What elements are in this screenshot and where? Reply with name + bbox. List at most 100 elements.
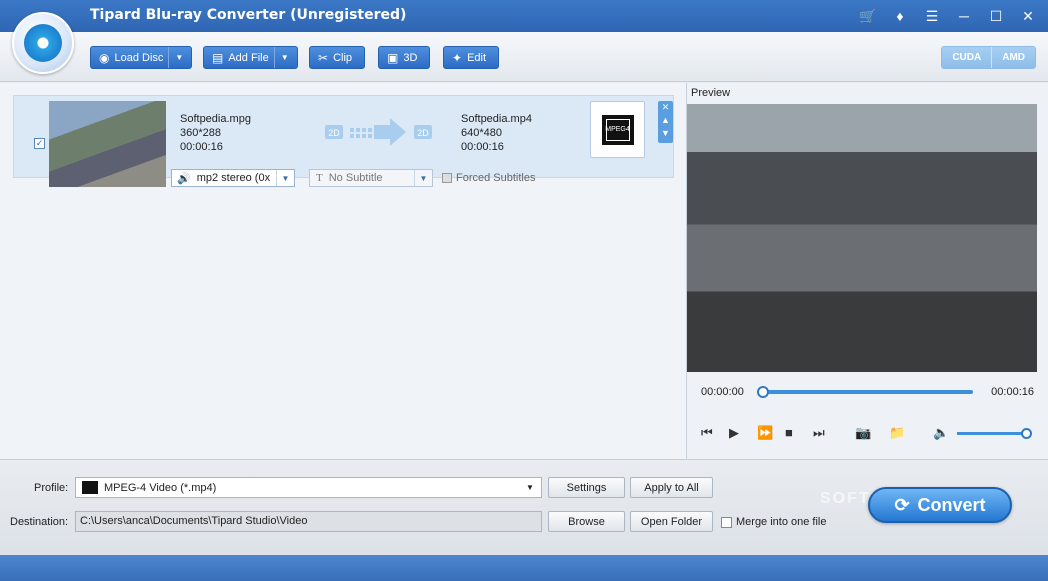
- seek-handle[interactable]: [757, 386, 769, 398]
- load-disc-label: Load Disc: [114, 51, 164, 64]
- scissors-icon: ✂: [318, 50, 329, 65]
- load-disc-dropdown-icon[interactable]: ▼: [168, 47, 183, 68]
- maximize-icon[interactable]: ☐: [986, 6, 1006, 26]
- chevron-down-icon[interactable]: ▼: [519, 483, 541, 492]
- preview-label: Preview: [691, 87, 731, 99]
- merge-checkbox[interactable]: [721, 516, 732, 528]
- status-bar: [0, 555, 1048, 581]
- chevron-down-icon[interactable]: ▼: [276, 170, 294, 186]
- forced-subtitles[interactable]: Forced Subtitles: [442, 172, 535, 184]
- mpeg4-icon: [82, 481, 98, 494]
- volume-slider[interactable]: [957, 428, 1032, 439]
- fast-forward-icon[interactable]: ⏩: [757, 425, 773, 441]
- arrow-left-label: 2D: [328, 128, 340, 138]
- key-icon[interactable]: ♦: [890, 6, 910, 26]
- camera-icon[interactable]: 📷: [855, 425, 871, 441]
- gpu-acceleration: CUDA AMD: [941, 46, 1036, 69]
- clip-button[interactable]: ✂ Clip: [309, 46, 365, 69]
- preview-pane: Preview 00:00:00 00:00:16 ⏮ ▶ ⏩ ■ ⏭ 📷 📁 …: [686, 83, 1048, 459]
- merge-label: Merge into one file: [736, 516, 827, 528]
- load-disc-button[interactable]: ◉ Load Disc ▼: [90, 46, 193, 69]
- add-file-icon: ▤: [212, 50, 224, 65]
- minimize-icon[interactable]: ─: [954, 6, 974, 26]
- add-file-button[interactable]: ▤ Add File ▼: [203, 46, 298, 69]
- output-settings-panel: Profile: MPEG-4 Video (*.mp4) ▼ Settings…: [0, 459, 1048, 555]
- source-filename: Softpedia.mpg: [180, 113, 251, 125]
- output-filename: Softpedia.mp4: [461, 113, 532, 125]
- convert-button[interactable]: ⟳ Convert: [868, 487, 1012, 523]
- app-logo: [12, 12, 74, 74]
- source-duration: 00:00:16: [180, 141, 223, 153]
- source-resolution: 360*288: [180, 127, 221, 139]
- source-info: Softpedia.mpg 360*288 00:00:16: [180, 112, 251, 154]
- toolbar: ◉ Load Disc ▼ ▤ Add File ▼ ✂ Clip ▣ 3D ✦…: [0, 32, 1048, 82]
- bluray-disc-icon: [24, 24, 62, 62]
- forced-subtitles-label: Forced Subtitles: [456, 172, 536, 184]
- arrow-icon: 2D 2D: [325, 118, 432, 146]
- close-icon[interactable]: ✕: [1018, 6, 1038, 26]
- play-icon[interactable]: ▶: [729, 425, 739, 441]
- refresh-icon: ⟳: [894, 494, 910, 515]
- feedback-icon[interactable]: ☰: [922, 6, 942, 26]
- remove-icon[interactable]: ✕: [658, 101, 673, 114]
- output-format-button[interactable]: MPEG4: [590, 101, 645, 158]
- current-time: 00:00:00: [701, 386, 744, 398]
- next-icon[interactable]: ⏭: [813, 425, 825, 441]
- audio-track-select[interactable]: 🔊 mp2 stereo (0x ▼: [171, 169, 295, 187]
- row-side-controls: ✕ ▲ ▼: [658, 101, 673, 143]
- total-time: 00:00:16: [991, 386, 1034, 398]
- add-file-label: Add File: [228, 51, 269, 64]
- volume-icon[interactable]: 🔈: [933, 425, 949, 441]
- sparkle-icon: ✦: [452, 50, 463, 65]
- window-title: Tipard Blu-ray Converter (Unregistered): [90, 7, 407, 23]
- arrow-right-label: 2D: [417, 128, 429, 138]
- output-info: Softpedia.mp4 640*480 00:00:16: [461, 112, 532, 154]
- merge-option[interactable]: Merge into one file: [721, 516, 827, 528]
- folder-icon[interactable]: 📁: [889, 425, 905, 441]
- title-bar: Tipard Blu-ray Converter (Unregistered) …: [0, 0, 1048, 32]
- title-bar-controls: 🛒 ♦ ☰ ─ ☐ ✕: [858, 6, 1038, 26]
- profile-value: MPEG-4 Video (*.mp4): [104, 481, 217, 494]
- move-up-icon[interactable]: ▲: [658, 114, 673, 127]
- seek-slider[interactable]: [757, 386, 973, 398]
- 3d-label: 3D: [403, 51, 418, 64]
- output-resolution: 640*480: [461, 127, 502, 139]
- file-checkbox[interactable]: ✓: [34, 138, 45, 149]
- mpeg4-format-icon: MPEG4: [601, 114, 634, 145]
- clip-label: Clip: [333, 51, 353, 64]
- audio-track-value: mp2 stereo (0x: [196, 172, 271, 184]
- subtitle-value: No Subtitle: [328, 172, 383, 184]
- file-list: ✓ Softpedia.mpg 360*288 00:00:16 2D 2D S…: [0, 83, 686, 459]
- speaker-icon: 🔊: [177, 172, 191, 185]
- volume-handle[interactable]: [1021, 428, 1032, 439]
- output-duration: 00:00:16: [461, 141, 504, 153]
- 3d-icon: ▣: [387, 50, 399, 65]
- apply-to-all-button[interactable]: Apply to All: [630, 477, 713, 498]
- stop-icon[interactable]: ■: [785, 425, 793, 440]
- open-folder-button[interactable]: Open Folder: [630, 511, 713, 532]
- previous-icon[interactable]: ⏮: [701, 425, 713, 441]
- destination-field[interactable]: C:\Users\anca\Documents\Tipard Studio\Vi…: [75, 511, 542, 532]
- amd-button[interactable]: AMD: [991, 47, 1035, 68]
- conversion-arrow: 2D 2D: [324, 116, 434, 150]
- settings-button[interactable]: Settings: [548, 477, 625, 498]
- add-file-dropdown-icon[interactable]: ▼: [273, 47, 289, 68]
- cart-icon[interactable]: 🛒: [858, 6, 878, 26]
- convert-label: Convert: [917, 494, 986, 515]
- cuda-button[interactable]: CUDA: [942, 47, 992, 68]
- browse-button[interactable]: Browse: [548, 511, 625, 532]
- text-icon: T: [316, 172, 323, 184]
- playback-controls: ⏮ ▶ ⏩ ■ ⏭ 📷 📁 🔈: [701, 425, 1041, 443]
- chevron-down-icon[interactable]: ▼: [414, 170, 432, 186]
- disc-icon: ◉: [99, 50, 110, 65]
- file-row[interactable]: ✓ Softpedia.mpg 360*288 00:00:16 2D 2D S…: [13, 95, 674, 187]
- 3d-button[interactable]: ▣ 3D: [378, 46, 430, 69]
- move-down-icon[interactable]: ▼: [658, 127, 673, 140]
- profile-select[interactable]: MPEG-4 Video (*.mp4) ▼: [75, 477, 542, 498]
- profile-label: Profile:: [34, 482, 69, 494]
- preview-video: [687, 104, 1037, 372]
- edit-button[interactable]: ✦ Edit: [443, 46, 499, 69]
- video-thumbnail: [49, 101, 166, 187]
- subtitle-select[interactable]: T No Subtitle ▼: [309, 169, 433, 187]
- forced-subtitles-checkbox[interactable]: [442, 173, 452, 183]
